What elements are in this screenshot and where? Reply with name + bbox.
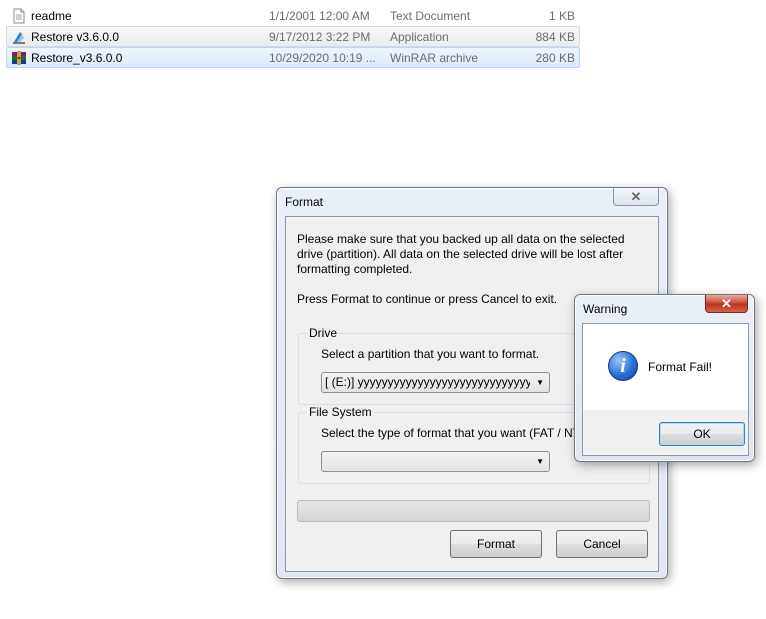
file-row-readme[interactable]: readme 1/1/2001 12:00 AM Text Document 1… bbox=[6, 5, 580, 26]
format-instruction: Press Format to continue or press Cancel… bbox=[297, 292, 558, 306]
drive-group-title: Drive bbox=[307, 326, 340, 340]
file-type: Text Document bbox=[390, 9, 471, 23]
file-row-restore-archive[interactable]: Restore_v3.6.0.0 10/29/2020 10:19 ... Wi… bbox=[6, 47, 580, 68]
file-name: Restore_v3.6.0.0 bbox=[31, 51, 123, 65]
file-type: WinRAR archive bbox=[390, 51, 479, 65]
file-size: 884 KB bbox=[535, 30, 575, 44]
file-list: readme 1/1/2001 12:00 AM Text Document 1… bbox=[6, 5, 580, 68]
warning-close-button[interactable]: ✕ bbox=[705, 295, 748, 313]
format-progress-bar bbox=[297, 500, 650, 522]
drive-select[interactable]: [ (E:)] yyyyyyyyyyyyyyyyyyyyyyyyyyyyyyyy… bbox=[321, 372, 550, 393]
drive-select-value: [ (E:)] yyyyyyyyyyyyyyyyyyyyyyyyyyyyyyyy… bbox=[325, 375, 530, 389]
cancel-button[interactable]: Cancel bbox=[556, 530, 648, 558]
file-name: Restore v3.6.0.0 bbox=[31, 30, 120, 44]
warning-message-area: i Format Fail! bbox=[583, 324, 748, 410]
format-warning-message: Please make sure that you backed up all … bbox=[297, 232, 625, 276]
file-date: 10/29/2020 10:19 ... bbox=[269, 51, 376, 65]
drive-group-description: Select a partition that you want to form… bbox=[321, 347, 540, 361]
file-date: 1/1/2001 12:00 AM bbox=[269, 9, 370, 23]
chevron-down-icon: ▼ bbox=[536, 378, 544, 387]
format-button[interactable]: Format bbox=[450, 530, 542, 558]
info-icon: i bbox=[608, 351, 638, 381]
chevron-down-icon: ▼ bbox=[536, 457, 544, 466]
format-dialog-title: Format bbox=[285, 195, 324, 209]
file-system-select[interactable]: ▼ bbox=[321, 451, 550, 472]
warning-dialog: Warning ✕ i Format Fail! OK bbox=[574, 294, 755, 462]
close-icon: ✕ bbox=[721, 295, 732, 311]
warning-message: Format Fail! bbox=[648, 360, 713, 374]
warning-dialog-title: Warning bbox=[583, 302, 628, 316]
warning-dialog-body: i Format Fail! OK bbox=[582, 323, 749, 456]
file-type: Application bbox=[390, 30, 449, 44]
file-system-group-title: File System bbox=[307, 405, 374, 419]
file-size: 1 KB bbox=[548, 9, 575, 23]
file-size: 280 KB bbox=[535, 51, 575, 65]
text-document-icon bbox=[11, 8, 27, 24]
close-icon: ✕ bbox=[630, 188, 642, 204]
format-close-button[interactable]: ✕ bbox=[613, 188, 659, 206]
file-row-restore-app[interactable]: Restore v3.6.0.0 9/17/2012 3:22 PM Appli… bbox=[6, 26, 580, 47]
application-icon bbox=[11, 29, 27, 45]
winrar-archive-icon bbox=[11, 50, 27, 66]
file-date: 9/17/2012 3:22 PM bbox=[269, 30, 371, 44]
ok-button[interactable]: OK bbox=[659, 422, 745, 446]
file-name: readme bbox=[31, 9, 72, 23]
file-system-group-description: Select the type of format that you want … bbox=[321, 426, 603, 440]
